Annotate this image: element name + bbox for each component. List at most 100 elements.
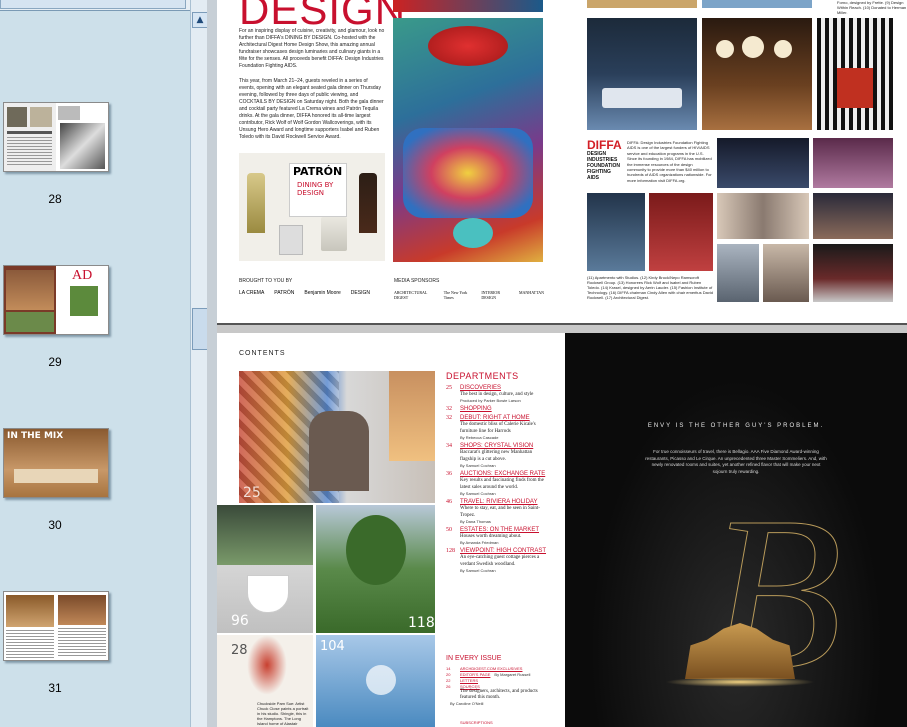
entry-description: Houses worth dreaming about. bbox=[460, 534, 522, 539]
entry-byline: By Amanda Friedman bbox=[460, 540, 499, 545]
thumbnail-page-28[interactable] bbox=[3, 102, 109, 172]
diffa-description: DIFFA: Design Industries Foundation Figh… bbox=[627, 140, 712, 183]
issue-title[interactable]: ARCHDIGEST.COM EXCLUSIVES bbox=[460, 666, 522, 671]
photo-striped-tent bbox=[817, 18, 893, 130]
issue-title[interactable]: EDITOR'S PAGE bbox=[460, 672, 490, 677]
entry-page-number: 25 bbox=[446, 385, 452, 391]
issue-byline: By Margaret Russell bbox=[494, 672, 531, 677]
issue-page-number: 14 bbox=[446, 666, 451, 671]
subscriptions-link[interactable]: SUBSCRIPTIONS bbox=[460, 720, 493, 725]
sidebar-header bbox=[0, 0, 190, 11]
photo-blue-hall bbox=[587, 193, 645, 271]
issue-entry[interactable]: 26 SOURCES The designers, architects, and … bbox=[446, 684, 546, 706]
photo-number-118: 118 bbox=[408, 615, 435, 631]
top-strip-photo bbox=[393, 0, 543, 12]
every-issue-heading: IN EVERY ISSUE bbox=[446, 655, 502, 662]
splitter[interactable] bbox=[207, 0, 217, 727]
thumbnail-page-30[interactable]: IN THE MIX bbox=[3, 428, 109, 498]
entry-page-number: 32 bbox=[446, 406, 452, 412]
right-top-photo-1 bbox=[587, 0, 697, 8]
photo-tree-house: 118 bbox=[316, 505, 435, 633]
brought-to-you-label: BROUGHT TO YOU BY bbox=[239, 278, 293, 284]
issue-entry[interactable]: 14 ARCHDIGEST.COM EXCLUSIVES bbox=[446, 666, 546, 671]
patron-photo: PATRÓN DINING BY DESIGN bbox=[239, 153, 385, 261]
photo-bathtub: 96 bbox=[217, 505, 313, 633]
photo-coral: 28 Chuckside Pam Sue: Artist Chuck Close… bbox=[217, 635, 313, 727]
patron-label: PATRÓN bbox=[293, 165, 343, 178]
intro-paragraph: For an inspiring display of cuisine, cre… bbox=[239, 28, 385, 69]
entry-title[interactable]: SHOPPING bbox=[460, 406, 546, 412]
media-2: The New York Times bbox=[443, 290, 468, 300]
photo-number-96: 96 bbox=[231, 613, 249, 629]
department-entry[interactable]: 32 SHOPPING bbox=[446, 406, 546, 412]
photo-number-25: 25 bbox=[243, 485, 261, 501]
department-entry[interactable]: 34 SHOPS: CRYSTAL VISION Baccarat's glitte… bbox=[446, 443, 546, 468]
photo-artist-studio: 25 bbox=[239, 371, 435, 503]
department-entry[interactable]: 46 TRAVEL: RIVIERA HOLIDAY Where to stay, … bbox=[446, 499, 546, 524]
ad-headline: ENVY IS THE OTHER GUY'S PROBLEM. bbox=[647, 423, 825, 429]
media-3: INTERIOR DESIGN bbox=[481, 290, 500, 300]
photo-table-setting bbox=[813, 244, 893, 302]
entry-description: The best in design, culture, and style bbox=[460, 392, 534, 397]
thumbnail-page-31[interactable] bbox=[3, 591, 109, 661]
department-entry[interactable]: 25 DISCOVERIES The best in design, culture… bbox=[446, 385, 546, 403]
media-1: ARCHITECTURAL DIGEST bbox=[394, 290, 428, 300]
entry-byline: By Samuel Cochran bbox=[460, 491, 496, 496]
entry-page-number: 50 bbox=[446, 527, 452, 533]
photo-chairman bbox=[763, 244, 809, 302]
thumbnail-page-29[interactable]: AD bbox=[3, 265, 109, 335]
scrollbar-thumb[interactable] bbox=[192, 308, 208, 350]
body-paragraph: This year, from March 21–24, guests reve… bbox=[239, 78, 384, 140]
entry-page-number: 34 bbox=[446, 443, 452, 449]
photo-caption: Chuckside Pam Sue: Artist Chuck Close pa… bbox=[257, 701, 309, 726]
page-spread-bottom: CONTENTS 25 96 118 28 Chuckside Pam Sue:… bbox=[217, 333, 907, 727]
media-4: MANHATTAN bbox=[518, 290, 544, 295]
dining-table-photo bbox=[393, 18, 543, 262]
department-entry[interactable]: 32 DEBUT: RIGHT AT HOME The domestic bliss… bbox=[446, 415, 546, 440]
bellagio-ad: ENVY IS THE OTHER GUY'S PROBLEM. For tru… bbox=[565, 333, 907, 727]
issue-page-number: 20 bbox=[446, 672, 451, 677]
sidebar-tab[interactable] bbox=[0, 0, 186, 9]
departments-list: 25 DISCOVERIES The best in design, culture… bbox=[446, 385, 546, 576]
entry-byline: Produced by Parker Bowie Larson bbox=[460, 398, 521, 403]
top-captions: Forno, designed by Frette. (9) Design Wi… bbox=[837, 0, 907, 15]
every-issue-list: 14 ARCHDIGEST.COM EXCLUSIVES 20 EDITOR'S PA… bbox=[446, 666, 546, 707]
fountain-lights bbox=[665, 677, 815, 687]
sponsor-3: Benjamin Moore bbox=[304, 290, 341, 296]
department-entry[interactable]: 128 VIEWPOINT: HIGH CONTRAST An eye-catchi… bbox=[446, 548, 546, 573]
issue-entry[interactable]: 20 EDITOR'S PAGE By Margaret Russell bbox=[446, 672, 546, 677]
entry-description: Where to stay, eat, and be seen in Saint… bbox=[460, 506, 540, 518]
entry-description: Key results and fascinating finds from t… bbox=[460, 478, 544, 490]
department-entry[interactable]: 50 ESTATES: ON THE MARKET Houses worth dre… bbox=[446, 527, 546, 545]
issue-page-number: 26 bbox=[446, 684, 451, 689]
photo-number-104: 104 bbox=[320, 639, 345, 654]
in-the-mix-title: IN THE MIX bbox=[7, 431, 64, 441]
scroll-up-button[interactable]: ▲ bbox=[192, 12, 208, 28]
photo-number-28: 28 bbox=[231, 643, 248, 658]
photo-honorees bbox=[717, 193, 809, 239]
page-number-31: 31 bbox=[48, 681, 62, 695]
entry-page-number: 46 bbox=[446, 499, 452, 505]
page-number-28: 28 bbox=[48, 192, 62, 206]
sidebar-scrollbar[interactable]: ▲ bbox=[190, 0, 208, 727]
page-number-29: 29 bbox=[48, 355, 62, 369]
issue-entry[interactable]: 22 LETTERS bbox=[446, 678, 546, 683]
entry-description: An eye-catching guest cottage pierces a … bbox=[460, 555, 540, 567]
dining-by-design-label: DINING BY DESIGN bbox=[297, 181, 334, 197]
page-number-30: 30 bbox=[48, 518, 62, 532]
sponsor-4: DESIGN bbox=[350, 290, 370, 296]
sponsor-logos: LA CREMA PATRÓN Benjamin Moore DESIGN bbox=[239, 290, 399, 302]
photo-white-room bbox=[717, 244, 759, 302]
entry-page-number: 128 bbox=[446, 548, 455, 554]
entry-byline: By Rebecca Cascade bbox=[460, 435, 499, 440]
photo-red-room bbox=[649, 193, 713, 271]
entry-byline: By Samuel Cochran bbox=[460, 463, 496, 468]
photo-purple-room bbox=[813, 138, 893, 188]
bottom-captions: (11) Apartmento with Studios. (12) Kirdy… bbox=[587, 275, 713, 300]
diffa-logo: DIFFA DESIGN INDUSTRIES FOUNDATION FIGHT… bbox=[587, 138, 622, 181]
issue-title[interactable]: LETTERS bbox=[460, 678, 478, 683]
sponsor-2: PATRÓN bbox=[274, 290, 295, 296]
issue-page-number: 22 bbox=[446, 678, 451, 683]
entry-description: Baccarat's glittering new Manhattan flag… bbox=[460, 450, 533, 462]
department-entry[interactable]: 36 AUCTIONS: EXCHANGE RATE Key results and… bbox=[446, 471, 546, 496]
